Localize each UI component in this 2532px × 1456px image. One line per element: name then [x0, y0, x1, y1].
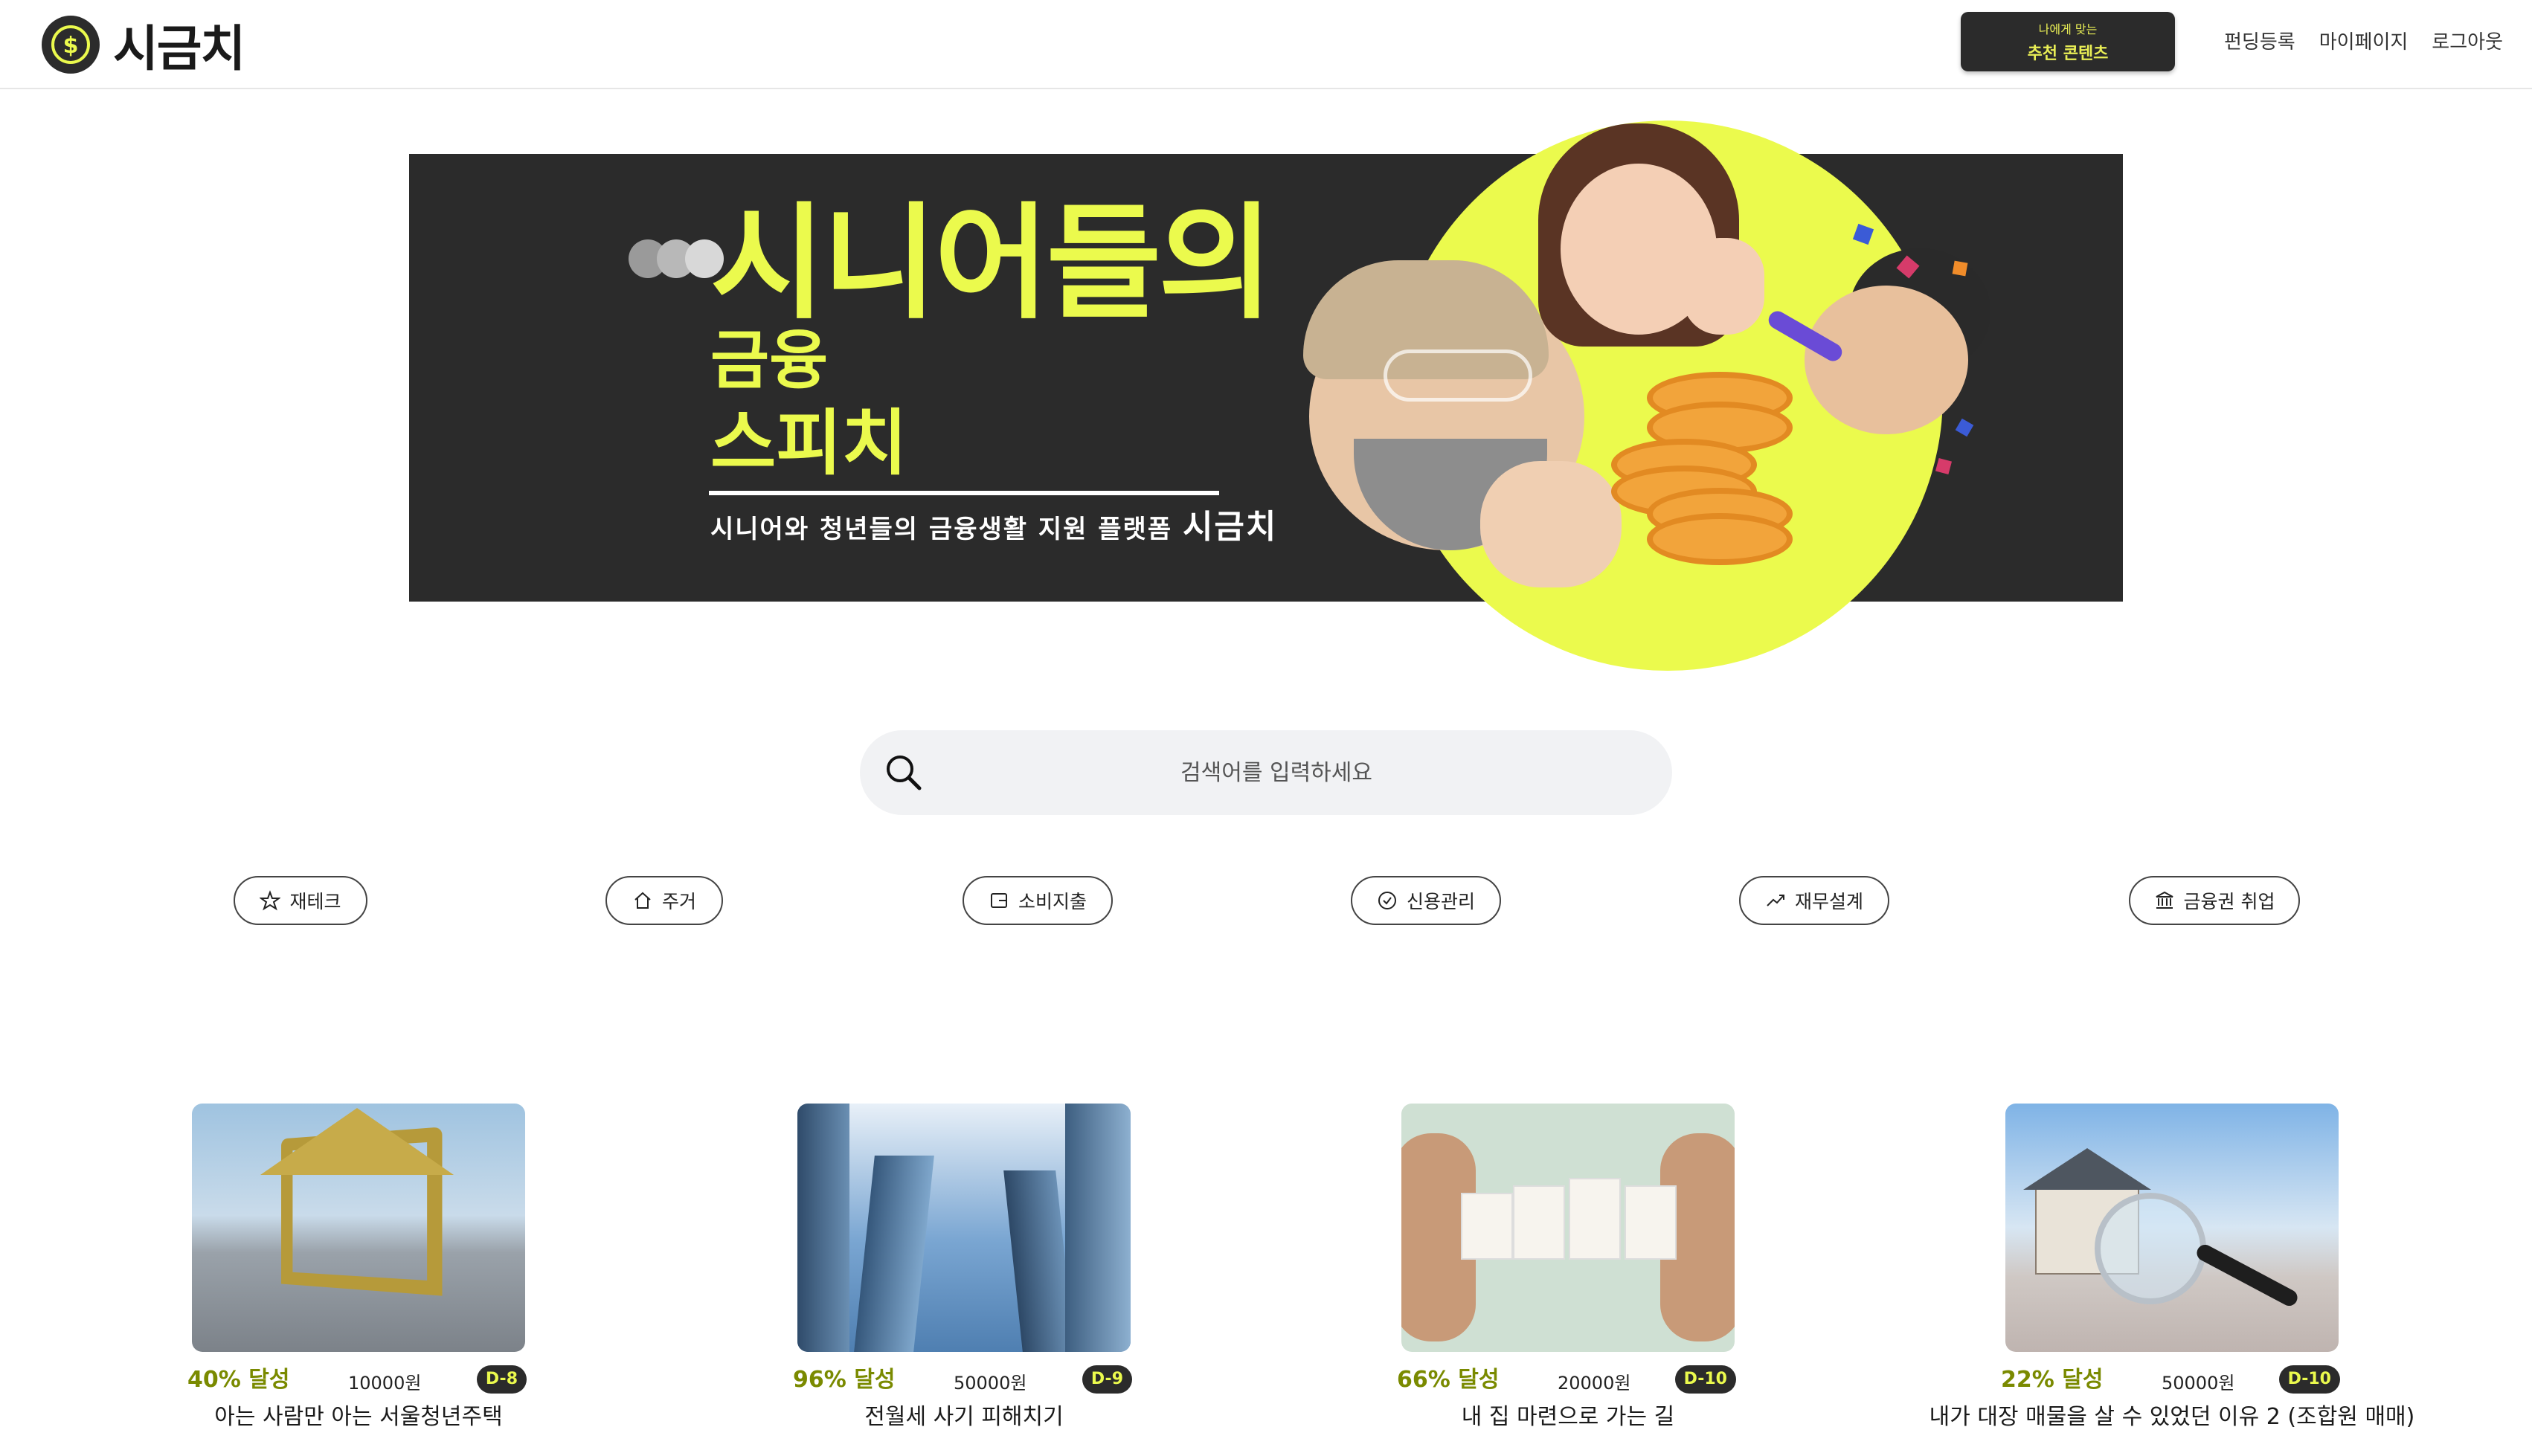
old-man-glasses: [1384, 349, 1532, 402]
confetti: [1952, 260, 1968, 277]
card-progress: 22% 달성: [2001, 1367, 2104, 1393]
banner-subtitle-text: 시니어와 청년들의 금융생활 지원 플랫폼: [710, 515, 1173, 544]
paper-house: [1569, 1178, 1621, 1260]
banner-title: 시니어들의: [710, 190, 1273, 336]
nav-logout[interactable]: 로그아웃: [2432, 27, 2503, 54]
magnifier-handle: [2194, 1242, 2301, 1309]
gold-house-roof: [260, 1108, 454, 1175]
recommended-main-label: 추천 콘텐츠: [2027, 45, 2109, 63]
banner-dots: [629, 239, 724, 278]
skyscraper: [854, 1156, 934, 1352]
card-price: 50000원: [954, 1373, 1027, 1394]
funding-card[interactable]: 22% 달성 50000원 D-10 내가 대장 매물을 살 수 있었던 이유 …: [1929, 1104, 2414, 1430]
category-finance-tech[interactable]: 재테크: [234, 876, 367, 925]
nav-mypage[interactable]: 마이페이지: [2319, 27, 2409, 54]
card-dday-badge: D-8: [476, 1365, 527, 1394]
search-input[interactable]: [942, 730, 1611, 815]
card-title[interactable]: 내가 대장 매물을 살 수 있었던 이유 2 (조합원 매매): [1886, 1398, 2458, 1431]
card-meta: 96% 달성 50000원 D-9: [793, 1352, 1132, 1397]
category-spending[interactable]: 소비지출: [963, 876, 1113, 925]
card-dday-badge: D-10: [1674, 1365, 1736, 1394]
funding-card[interactable]: 96% 달성 50000원 D-9 전월세 사기 피해치기: [793, 1104, 1132, 1430]
skyscraper: [1003, 1170, 1075, 1352]
category-credit[interactable]: 신용관리: [1351, 876, 1501, 925]
top-nav: 펀딩등록 마이페이지 로그아웃: [2224, 27, 2503, 54]
recommended-content-button[interactable]: 나에게 맞는 추천 콘텐츠: [1961, 12, 2175, 71]
dollar-coin-icon: $: [42, 16, 100, 74]
category-label: 금융권 취업: [2183, 891, 2275, 912]
category-finance-jobs[interactable]: 금융권 취업: [2129, 876, 2300, 925]
card-dday-badge: D-9: [1082, 1365, 1132, 1394]
funding-card[interactable]: 66% 달성 20000원 D-10 내 집 마련으로 가는 길: [1397, 1104, 1736, 1430]
card-progress: 66% 달성: [1397, 1367, 1500, 1393]
banner-line3: 스피치: [710, 402, 907, 485]
category-label: 재무설계: [1794, 891, 1863, 912]
star-icon: [260, 890, 281, 911]
top-header: $ 시금치 나에게 맞는 추천 콘텐츠 펀딩등록 마이페이지 로그아웃: [0, 0, 2532, 89]
banner-subtitle-brand: 시금치: [1182, 508, 1278, 546]
category-label: 재테크: [289, 891, 341, 912]
old-man-hand: [1480, 461, 1622, 587]
magnifier-glass: [2095, 1193, 2206, 1304]
skyscraper: [1065, 1104, 1131, 1352]
card-thumbnail-magnifier-house[interactable]: [2005, 1104, 2339, 1352]
category-housing[interactable]: 주거: [605, 876, 723, 925]
card-price: 10000원: [348, 1373, 422, 1394]
card-progress: 40% 달성: [187, 1367, 290, 1393]
banner-divider: [709, 491, 1219, 495]
nav-funding-register[interactable]: 펀딩등록: [2224, 27, 2295, 54]
check-circle-icon: [1378, 892, 1396, 909]
paper-house: [1625, 1185, 1677, 1260]
banner-line2: 금융: [710, 323, 829, 398]
category-label: 소비지출: [1018, 891, 1087, 912]
card-thumbnail-skyscrapers[interactable]: [797, 1104, 1131, 1352]
search-bar[interactable]: [860, 730, 1672, 815]
card-title[interactable]: 전월세 사기 피해치기: [678, 1398, 1250, 1431]
trending-up-icon: [1767, 895, 1784, 906]
paper-house: [1461, 1193, 1513, 1260]
skyscraper: [797, 1104, 849, 1352]
paper-house: [1513, 1185, 1565, 1260]
house-roof: [2023, 1148, 2151, 1190]
wallet-icon: [990, 893, 1007, 908]
search-icon[interactable]: [882, 751, 925, 794]
category-label: 주거: [661, 891, 696, 912]
woman-thumb: [1683, 238, 1764, 335]
logo[interactable]: $ 시금치: [42, 9, 245, 80]
svg-text:$: $: [63, 33, 79, 59]
card-meta: 22% 달성 50000원 D-10: [2001, 1352, 2340, 1397]
card-title[interactable]: 아는 사람만 아는 서울청년주택: [73, 1398, 644, 1431]
home-icon: [634, 892, 651, 909]
banner-subtitle: 시니어와 청년들의 금융생활 지원 플랫폼 시금치: [710, 500, 1277, 547]
card-price: 50000원: [2162, 1373, 2235, 1394]
card-meta: 40% 달성 10000원 D-8: [187, 1352, 527, 1397]
category-financial-planning[interactable]: 재무설계: [1739, 876, 1889, 925]
card-title[interactable]: 내 집 마련으로 가는 길: [1282, 1398, 1854, 1431]
card-meta: 66% 달성 20000원 D-10: [1397, 1352, 1736, 1397]
bank-icon: [2156, 891, 2173, 909]
card-progress: 96% 달성: [793, 1367, 896, 1393]
coin-6: [1647, 513, 1793, 565]
recommended-small-label: 나에게 맞는: [2038, 22, 2098, 36]
logo-text: 시금치: [113, 20, 245, 77]
card-thumbnail-paper-houses[interactable]: [1401, 1104, 1735, 1352]
category-label: 신용관리: [1406, 891, 1475, 912]
funding-card[interactable]: 40% 달성 10000원 D-8 아는 사람만 아는 서울청년주택: [187, 1104, 527, 1430]
card-price: 20000원: [1558, 1373, 1631, 1394]
card-dday-badge: D-10: [2278, 1365, 2340, 1394]
card-thumbnail-city-house[interactable]: [192, 1104, 525, 1352]
